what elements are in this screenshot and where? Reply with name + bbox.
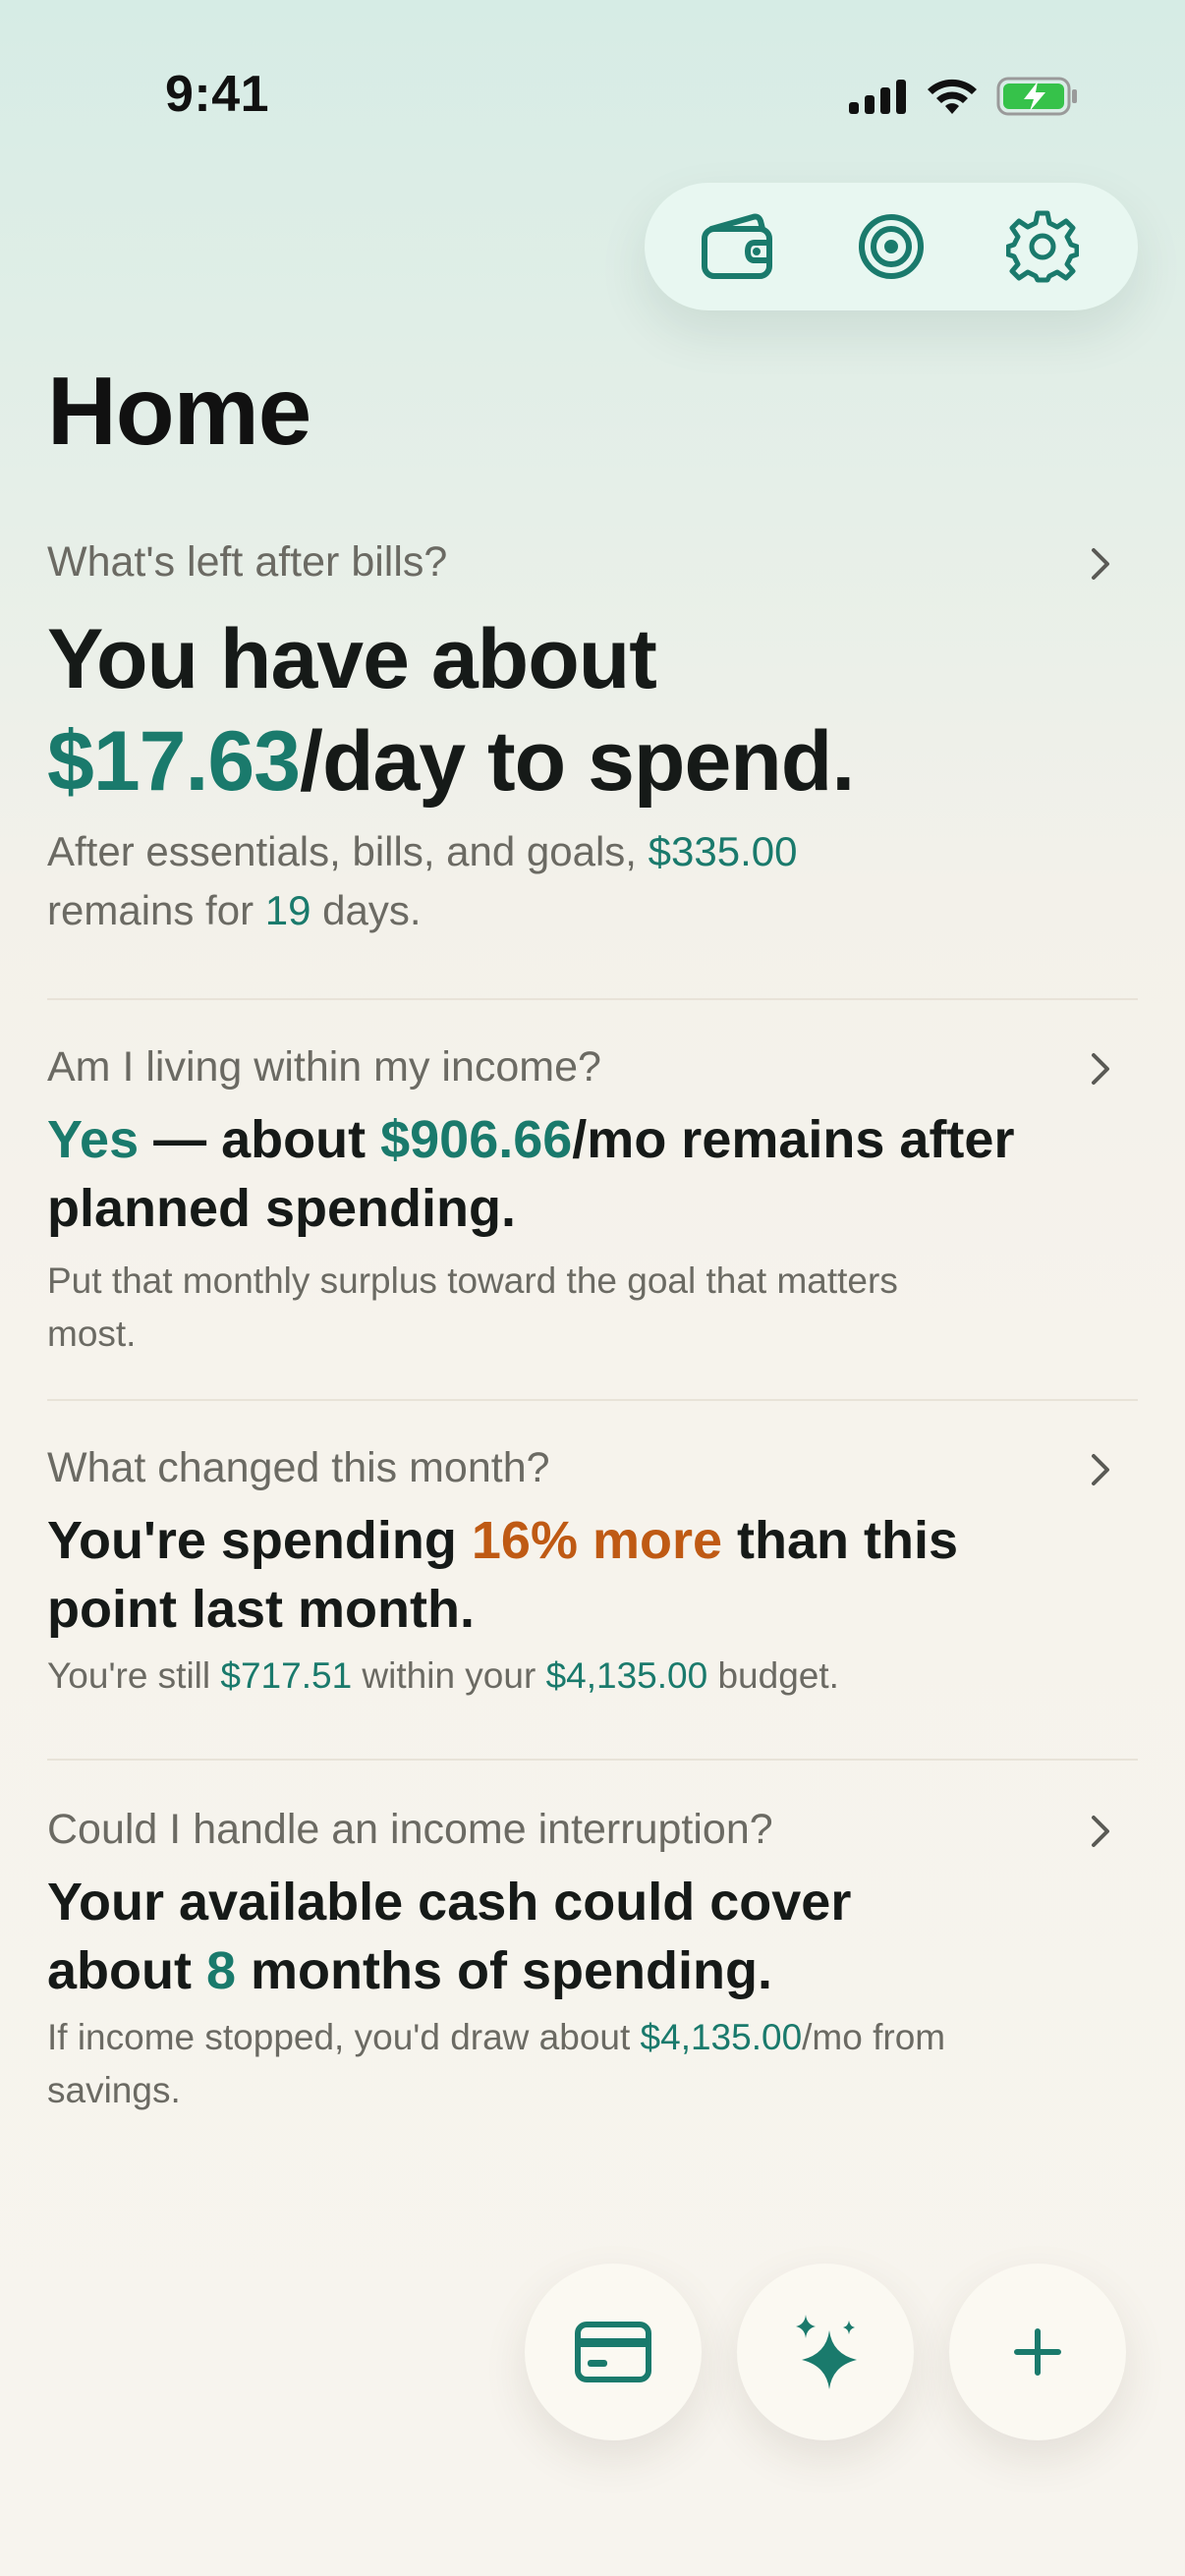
gear-icon — [1006, 210, 1079, 283]
divider — [47, 1399, 1138, 1401]
chevron-right-icon — [1092, 548, 1109, 580]
change-budget: $4,135.00 — [545, 1655, 708, 1696]
chevron-right-icon — [1092, 1816, 1109, 1847]
income-answer: Yes — [47, 1110, 140, 1169]
runway-headline: Your available cash could cover about 8 … — [47, 1868, 951, 2005]
chevron-right-icon — [1092, 1454, 1109, 1485]
daily-headline-post: /day to spend. — [300, 714, 855, 809]
runway-months: 8 — [205, 1941, 237, 2000]
daily-remaining: $335.00 — [648, 828, 798, 874]
daily-spend-card[interactable]: What's left after bills? You have about … — [47, 538, 1138, 940]
change-sub-post: budget. — [707, 1655, 839, 1696]
change-question: What changed this month? — [47, 1444, 550, 1491]
runway-headline-post: months of spending. — [236, 1941, 772, 2000]
income-subtext: Put that monthly surplus toward the goal… — [47, 1260, 898, 1354]
cellular-signal-icon — [849, 80, 906, 114]
daily-subtext: After essentials, bills, and goals, $335… — [47, 822, 1138, 940]
daily-question: What's left after bills? — [47, 538, 448, 586]
daily-amount: $17.63 — [47, 714, 301, 809]
runway-draw: $4,135.00 — [640, 2017, 803, 2057]
status-time: 9:41 — [165, 66, 270, 123]
daily-sub-post: days. — [310, 887, 422, 933]
change-headline-pre: You're spending — [47, 1511, 472, 1570]
daily-sub-mid: remains for — [47, 887, 265, 933]
divider — [47, 1759, 1138, 1761]
runway-sub-pre: If income stopped, you'd draw about — [47, 2017, 641, 2057]
runway-subtext: If income stopped, you'd draw about $4,1… — [47, 2011, 1030, 2117]
goals-button[interactable] — [837, 193, 945, 301]
settings-button[interactable] — [988, 193, 1097, 301]
battery-charging-icon — [996, 77, 1077, 116]
divider — [47, 998, 1138, 1000]
change-sub-mid: within your — [352, 1655, 546, 1696]
wifi-icon — [928, 79, 977, 114]
income-question: Am I living within my income? — [47, 1043, 601, 1091]
status-icons — [847, 73, 1079, 120]
income-headline-mid: — about — [139, 1110, 381, 1169]
monthly-change-card[interactable]: What changed this month? You're spending… — [47, 1444, 1138, 1703]
daily-sub-pre: After essentials, bills, and goals, — [47, 828, 649, 874]
transactions-button[interactable] — [525, 2264, 702, 2440]
runway-question: Could I handle an income interruption? — [47, 1806, 773, 1853]
wallet-button[interactable] — [686, 193, 794, 301]
insights-button[interactable] — [737, 2264, 914, 2440]
change-within: $717.51 — [220, 1655, 353, 1696]
chevron-right-icon — [1092, 1053, 1109, 1085]
income-card[interactable]: Am I living within my income? Yes — abou… — [47, 1043, 1138, 1361]
credit-card-icon — [575, 2322, 651, 2382]
income-interruption-card[interactable]: Could I handle an income interruption? Y… — [47, 1806, 1138, 2117]
income-headline: Yes — about $906.66/mo remains after pla… — [47, 1105, 1138, 1243]
page-title: Home — [47, 357, 311, 465]
top-toolbar — [645, 183, 1138, 310]
change-delta: 16% more — [471, 1511, 723, 1570]
status-bar: 9:41 — [0, 0, 1185, 196]
daily-days: 19 — [264, 887, 311, 933]
target-icon — [859, 214, 924, 279]
change-subtext: You're still $717.51 within your $4,135.… — [47, 1650, 1138, 1703]
wallet-icon — [702, 213, 772, 279]
change-sub-pre: You're still — [47, 1655, 221, 1696]
plus-icon — [1014, 2328, 1061, 2376]
daily-headline: You have about $17.63/day to spend. — [47, 608, 1138, 812]
change-headline: You're spending 16% more than this point… — [47, 1506, 1069, 1644]
sparkle-icon — [796, 2315, 857, 2389]
daily-headline-pre: You have about — [47, 612, 657, 706]
add-button[interactable] — [949, 2264, 1126, 2440]
income-amount: $906.66 — [380, 1110, 573, 1169]
